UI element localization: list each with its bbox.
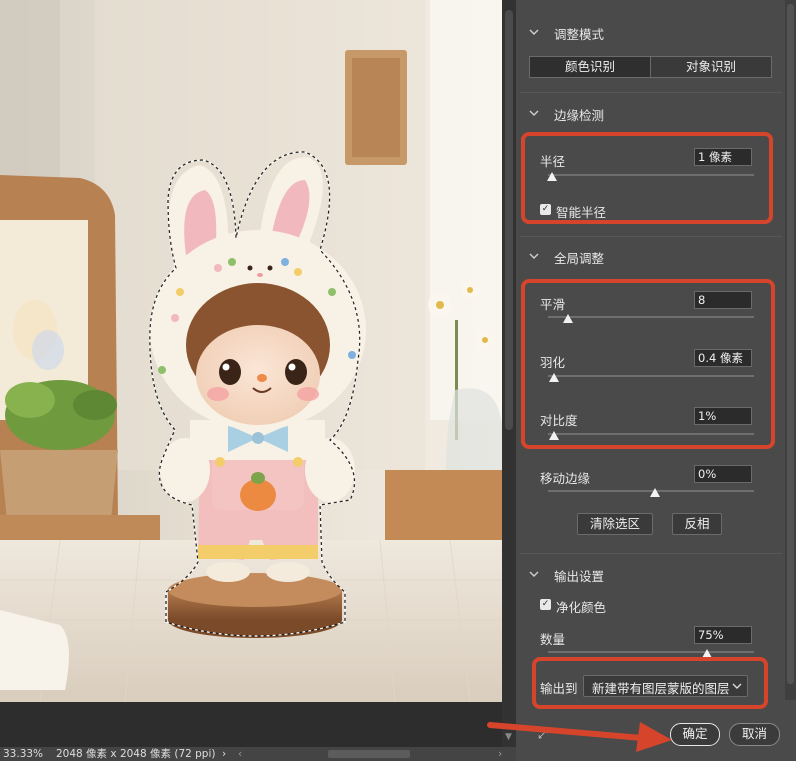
document-info: 2048 像素 x 2048 像素 (72 ppi) [56, 748, 216, 760]
panel-scrollbar[interactable] [785, 0, 796, 700]
horizontal-scroll-thumb[interactable] [328, 750, 410, 758]
status-bar: 33.33% 2048 像素 x 2048 像素 (72 ppi) › ‹ › [0, 747, 516, 761]
scroll-right-arrow-icon[interactable]: › [498, 747, 502, 761]
ok-button[interactable]: 确定 [670, 723, 720, 746]
canvas-pasteboard [0, 702, 502, 747]
collapse-chevron-icon[interactable] [528, 107, 540, 119]
clear-selection-button[interactable]: 清除选区 [577, 513, 653, 535]
segment-object-aware[interactable]: 对象识别 [650, 56, 772, 78]
amount-slider-track[interactable] [548, 651, 754, 653]
section-divider [520, 553, 782, 554]
amount-input[interactable]: 75% [694, 626, 752, 644]
shift-edge-label: 移动边缘 [540, 471, 591, 486]
decontaminate-colors-label: 净化颜色 [556, 600, 607, 615]
canvas-area[interactable] [0, 0, 502, 702]
collapse-chevron-icon[interactable] [528, 568, 540, 580]
cancel-button[interactable]: 取消 [729, 723, 780, 746]
zoom-level[interactable]: 33.33% [3, 747, 43, 761]
shift-edge-input[interactable]: 0% [694, 465, 752, 483]
decontaminate-colors-checkbox[interactable]: ✓ [540, 599, 551, 610]
section-title-output-settings: 输出设置 [554, 569, 605, 584]
section-title-edge-detection: 边缘检测 [554, 108, 605, 123]
photo-preview [0, 0, 502, 702]
canvas-vertical-scrollbar[interactable]: ▼ [502, 0, 516, 747]
section-title-adjust-mode: 调整模式 [554, 27, 605, 42]
scroll-left-arrow-icon[interactable]: ‹ [238, 747, 242, 761]
annotation-highlight-output-to [532, 657, 768, 709]
section-divider [520, 236, 782, 237]
panel-scroll-thumb[interactable] [787, 4, 794, 684]
status-nav-arrow-icon[interactable]: › [222, 747, 226, 761]
annotation-highlight-global-adjust [521, 279, 775, 449]
shift-edge-slider-thumb-icon[interactable] [650, 488, 660, 497]
segment-color-aware[interactable]: 颜色识别 [529, 56, 651, 78]
preview-toggle-icon[interactable]: ⤢ [538, 727, 548, 742]
annotation-highlight-edge-detection [521, 132, 773, 224]
invert-button[interactable]: 反相 [672, 513, 722, 535]
collapse-chevron-icon[interactable] [528, 250, 540, 262]
collapse-chevron-icon[interactable] [528, 26, 540, 38]
section-title-global-adjust: 全局调整 [554, 251, 605, 266]
scroll-down-arrow-icon[interactable]: ▼ [505, 732, 512, 742]
section-divider [520, 92, 782, 93]
amount-label: 数量 [540, 632, 566, 647]
scroll-thumb[interactable] [505, 10, 513, 430]
